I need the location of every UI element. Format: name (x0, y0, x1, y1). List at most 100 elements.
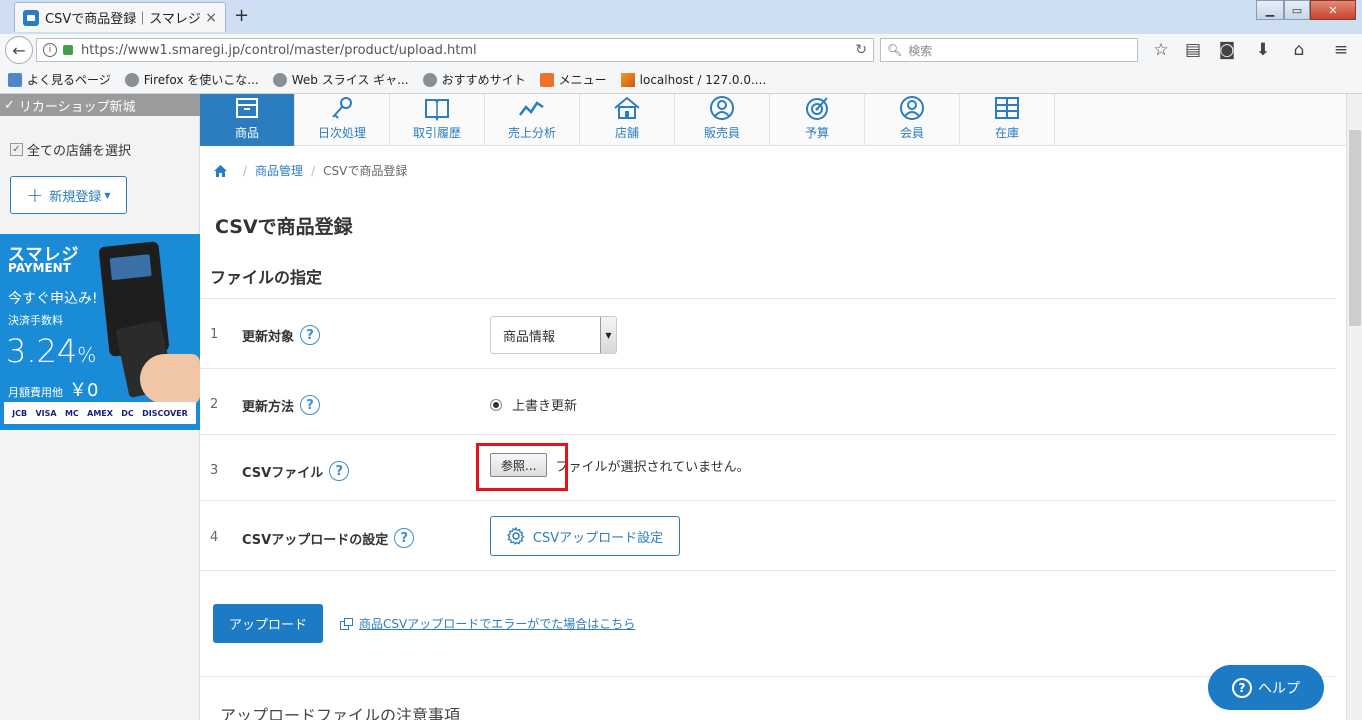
row-number: 3 (210, 463, 219, 478)
reload-icon[interactable]: ↻ (855, 42, 867, 58)
banner-fee-label: 決済手数料 (8, 314, 63, 327)
star-icon[interactable]: ☆ (1150, 40, 1172, 60)
new-registration-button[interactable]: + 新規登録 ▼ (10, 176, 127, 214)
help-icon[interactable]: ? (300, 325, 321, 345)
breadcrumb-separator: / (311, 163, 316, 178)
bookmark-item[interactable]: localhost / 127.0.0.... (620, 72, 766, 87)
bookmark-item[interactable]: Firefox を使いこな... (124, 71, 259, 88)
url-bar[interactable]: i https://www1.smaregi.jp/control/master… (36, 38, 874, 62)
breadcrumb-separator: / (243, 163, 248, 178)
notes-title: アップロードファイルの注意事項 (220, 706, 461, 720)
banner-subtitle: PAYMENT (8, 261, 71, 275)
banner-rate: 3.24% (6, 332, 97, 370)
upload-button[interactable]: アップロード (213, 604, 323, 643)
select-all-label: 全ての店舗を選択 (27, 144, 132, 159)
breadcrumb-product-management[interactable]: 商品管理 (255, 162, 303, 179)
overwrite-radio[interactable]: 上書き更新 (490, 395, 577, 414)
module-products[interactable]: 商品 (200, 94, 295, 146)
back-arrow-icon[interactable]: ← (5, 36, 33, 64)
download-icon[interactable]: ⬇ (1252, 40, 1274, 60)
page-scrollbar[interactable] (1346, 94, 1362, 720)
phpmyadmin-icon (620, 72, 635, 87)
person-icon (707, 95, 737, 121)
sidebar: ✓ リカーショップ新城 ✓ 全ての店舗を選択 + 新規登録 ▼ スマレジ PAY… (0, 94, 200, 720)
card-brand-jcb: JCB (12, 408, 28, 418)
module-staff[interactable]: 販売員 (675, 94, 770, 146)
window-close-button[interactable]: ✕ (1310, 0, 1356, 20)
page-title: CSVで商品登録 (215, 216, 353, 238)
module-inventory[interactable]: 在庫 (960, 94, 1055, 146)
search-input[interactable]: 🔍︎ 検索 (880, 38, 1138, 62)
section-title: ファイルの指定 (210, 268, 323, 287)
browser-tab[interactable]: CSVで商品登録｜スマレジ × (14, 2, 226, 32)
checkbox-icon[interactable]: ✓ (10, 143, 23, 156)
target-icon (802, 95, 832, 121)
new-tab-button[interactable]: + (234, 5, 249, 26)
tab-title: CSVで商品登録｜スマレジ (45, 12, 201, 27)
browse-button[interactable]: 参照... (490, 453, 548, 477)
window-maximize-button[interactable]: ▭ (1284, 0, 1310, 20)
window-minimize-button[interactable]: ▁ (1256, 0, 1284, 20)
file-input[interactable]: 参照... ファイルが選択されていません。 (490, 453, 750, 477)
module-stores[interactable]: 店舗 (580, 94, 675, 146)
home-icon[interactable]: ⌂ (1288, 40, 1310, 60)
row-number: 4 (210, 530, 219, 545)
update-target-select[interactable]: 商品情報 ▼ (490, 316, 617, 354)
csv-error-help-link[interactable]: 商品CSVアップロードでエラーがでた場合はこちら (340, 615, 635, 632)
box-icon (232, 95, 262, 121)
row-label: 更新方法? (242, 395, 321, 415)
module-daily[interactable]: 日次処理 (295, 94, 390, 146)
chevron-down-icon: ▼ (600, 317, 616, 353)
browser-tabbar: CSVで商品登録｜スマレジ × + ▁ ▭ ✕ (0, 0, 1362, 34)
card-brand-amex: AMEX (87, 408, 113, 418)
info-icon[interactable]: i (43, 43, 57, 57)
book-icon (422, 95, 452, 121)
row-label: 更新対象? (242, 325, 321, 345)
file-status: ファイルが選択されていません。 (555, 459, 750, 475)
shop-selector[interactable]: ✓ リカーショップ新城 (0, 94, 200, 116)
module-budget[interactable]: 予算 (770, 94, 865, 146)
shop-name: リカーショップ新城 (18, 99, 136, 115)
help-icon[interactable]: ? (329, 461, 350, 481)
smaregi-payment-banner[interactable]: スマレジ PAYMENT 今すぐ申込み! 決済手数料 3.24% 月額費用他 ￥0… (0, 234, 200, 430)
help-icon[interactable]: ? (300, 395, 321, 415)
module-nav: 商品 日次処理 取引履歴 売上分析 店舗 販売員 予算 会員 在庫 (200, 94, 1346, 146)
row-number: 2 (210, 397, 219, 412)
url-text[interactable]: https://www1.smaregi.jp/control/master/p… (81, 43, 855, 58)
house-icon (612, 95, 642, 121)
bookmark-item[interactable]: よく見るページ (8, 71, 111, 88)
bookmark-item[interactable]: おすすめサイト (422, 71, 526, 88)
menu-icon[interactable]: ≡ (1330, 40, 1352, 60)
form-row-csv-settings: 4 CSVアップロードの設定? CSVアップロード設定 (200, 500, 1336, 570)
module-transactions[interactable]: 取引履歴 (390, 94, 485, 146)
banner-monthly: 月額費用他 ￥0 (8, 380, 99, 401)
gear-icon (506, 527, 525, 545)
banner-apply: 今すぐ申込み! (8, 291, 98, 307)
select-all-stores[interactable]: ✓ 全ての店舗を選択 (10, 140, 131, 159)
grid-icon (992, 95, 1022, 121)
divider (200, 676, 1336, 677)
row-label: CSVファイル? (242, 461, 350, 481)
search-icon: 🔍︎ (887, 43, 903, 57)
bookmark-item[interactable]: Web スライス ギャ... (272, 71, 409, 88)
form-row-bottom-border (200, 570, 1336, 571)
csv-upload-settings-button[interactable]: CSVアップロード設定 (490, 516, 680, 556)
pocket-icon[interactable]: ◙ (1216, 40, 1238, 60)
radio-selected-icon[interactable] (490, 398, 502, 411)
module-sales-analysis[interactable]: 売上分析 (485, 94, 580, 146)
help-icon[interactable]: ? (394, 528, 415, 548)
search-placeholder: 検索 (908, 43, 933, 58)
card-brands: JCB VISA MC AMEX DC DISCOVER (4, 402, 196, 424)
card-brand-diners: DC (121, 408, 134, 418)
home-breadcrumb-icon[interactable] (214, 164, 227, 177)
tab-close-icon[interactable]: × (205, 10, 217, 26)
scrollbar-thumb[interactable] (1349, 130, 1361, 326)
globe-icon (272, 72, 287, 87)
form-row-csv-file: 3 CSVファイル? 参照... ファイルが選択されていません。 (200, 434, 1336, 500)
external-window-icon (340, 617, 353, 630)
bookmark-item[interactable]: メニュー (539, 71, 607, 88)
reading-list-icon[interactable]: ▤ (1182, 40, 1204, 60)
module-members[interactable]: 会員 (865, 94, 960, 146)
help-button[interactable]: ? ヘルプ (1208, 665, 1324, 710)
form-row-update-method: 2 更新方法? 上書き更新 (200, 368, 1336, 434)
